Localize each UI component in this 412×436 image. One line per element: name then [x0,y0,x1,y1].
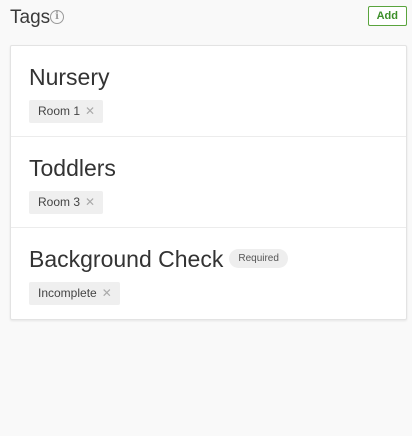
add-tag-button[interactable]: Add [367,6,407,26]
tag-group-title: Nursery [29,63,110,91]
tags-header: Tags i Add [10,6,407,30]
tag-chip-incomplete[interactable]: Incomplete ✕ [29,282,120,305]
tag-group-toddlers: Toddlers Room 3 ✕ [11,137,406,228]
tag-group-title-text: Nursery [29,64,110,90]
tag-chip-label: Incomplete [38,286,97,300]
tag-group-background-check: Background Check Required Incomplete ✕ [11,228,406,319]
tag-chip-label: Room 1 [38,104,81,118]
page-title: Tags [10,7,51,28]
tag-chip-room-3[interactable]: Room 3 ✕ [29,191,104,214]
remove-tag-icon[interactable]: ✕ [85,100,95,123]
tag-group-title: Background Check Required [29,245,288,273]
remove-tag-icon[interactable]: ✕ [85,191,95,214]
required-badge: Required [229,249,288,269]
tag-group-title: Toddlers [29,154,116,182]
remove-tag-icon[interactable]: ✕ [102,282,112,305]
tag-chip-room-1[interactable]: Room 1 ✕ [29,100,104,123]
tag-chip-label: Room 3 [38,195,81,209]
tag-group-nursery: Nursery Room 1 ✕ [11,46,406,137]
tag-group-title-text: Background Check [29,246,224,272]
tags-card: Nursery Room 1 ✕ Toddlers Room 3 ✕ Backgro… [10,45,407,320]
tag-group-title-text: Toddlers [29,155,116,181]
info-icon[interactable]: i [50,10,64,24]
